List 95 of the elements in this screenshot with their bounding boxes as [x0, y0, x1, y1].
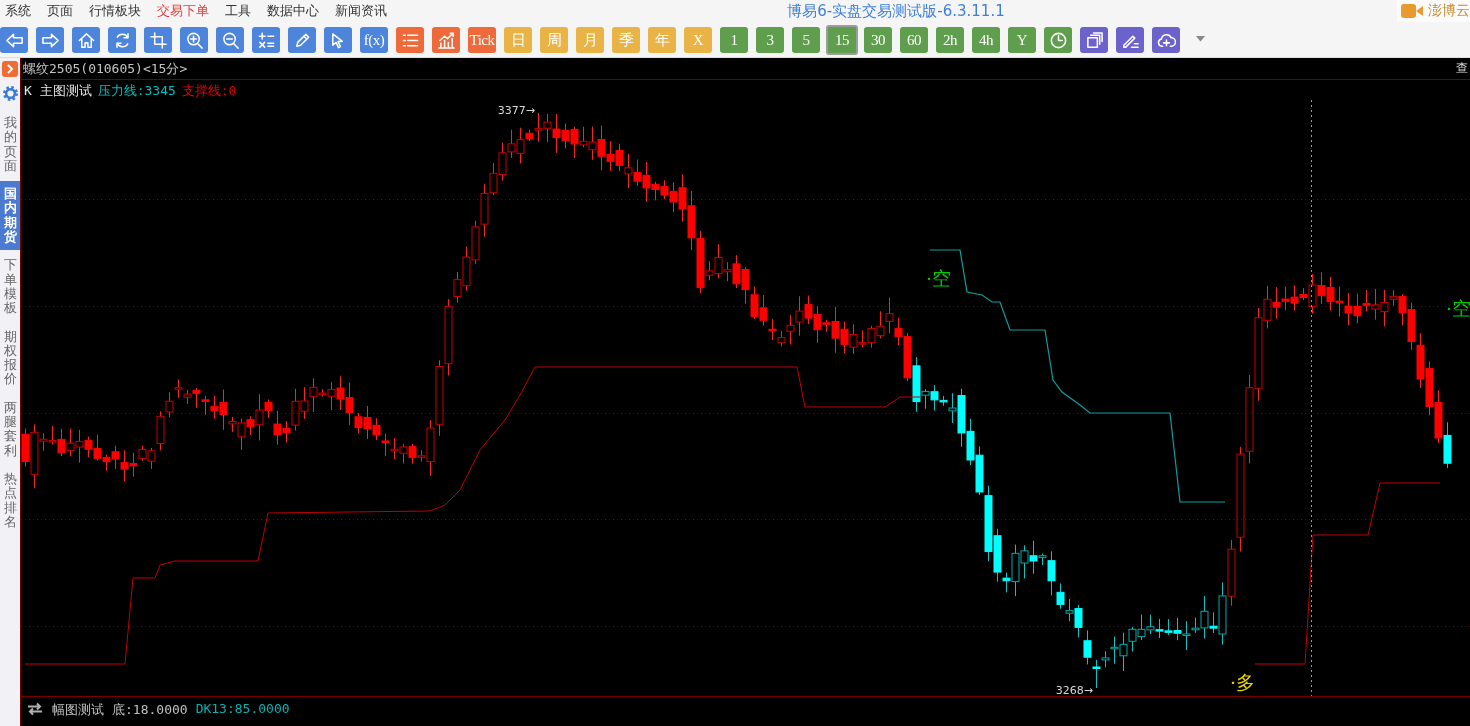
candlestick — [1443, 421, 1452, 469]
expand-button[interactable] — [2, 61, 18, 77]
candlestick — [1155, 618, 1164, 639]
candlestick — [1416, 332, 1425, 389]
bar-chart-icon — [436, 30, 456, 50]
zoom-in-icon — [184, 30, 204, 50]
menu-item[interactable]: 新闻资讯 — [327, 2, 395, 20]
sidebar-tab[interactable]: 下单模板 — [0, 252, 20, 322]
candlestick — [1083, 629, 1092, 665]
indicator-value: 压力线:3345 — [97, 82, 176, 100]
menu-item[interactable]: 页面 — [39, 2, 81, 20]
clock-icon — [1048, 30, 1068, 50]
toolbar-button[interactable]: 3 — [756, 27, 784, 53]
candlestick — [1074, 604, 1083, 638]
price-label: 3268→ — [1055, 684, 1093, 696]
menu-item[interactable]: 数据中心 — [259, 2, 327, 20]
toolbar-button[interactable]: Tick — [468, 27, 496, 53]
candlestick — [1164, 618, 1173, 636]
indicator-name: K 主图测试 — [24, 82, 92, 100]
toolbar-button[interactable]: 60 — [900, 27, 928, 53]
home-icon — [76, 30, 96, 50]
candlestick — [1425, 361, 1434, 416]
menu-item[interactable]: 系统 — [0, 2, 39, 20]
sidebar-tab[interactable]: 我的页面 — [0, 110, 20, 180]
candlestick — [1434, 389, 1443, 444]
candlestick — [1137, 614, 1146, 641]
candlestick — [966, 418, 975, 466]
brand-name: 澎博云 — [1428, 2, 1470, 20]
toolbar-button[interactable] — [396, 27, 424, 53]
toolbar-button[interactable] — [1080, 27, 1108, 53]
price-label: 3377→ — [497, 104, 535, 117]
signal-label: ·空 — [926, 267, 952, 289]
toolbar-dropdown-button[interactable] — [1196, 36, 1205, 42]
toolbar-button[interactable]: 2h — [936, 27, 964, 53]
toolbar-button[interactable] — [1152, 27, 1180, 53]
toolbar-button[interactable]: 月 — [576, 27, 604, 53]
toolbar-button[interactable]: X — [684, 27, 712, 53]
video-camera-icon — [1401, 3, 1423, 19]
candlestick — [1065, 598, 1074, 622]
toolbar-button[interactable]: 季 — [612, 27, 640, 53]
signal-label: ·空 — [1446, 297, 1470, 319]
sidebar-tab[interactable]: 期权报价 — [0, 323, 20, 393]
zoom-out-icon — [220, 30, 240, 50]
toolbar-button[interactable] — [288, 27, 316, 53]
sidebar-tab[interactable]: 热点排名 — [0, 465, 20, 536]
toolbar-button[interactable] — [252, 27, 280, 53]
toolbar-button[interactable] — [432, 27, 460, 53]
candlestick — [1344, 292, 1353, 326]
menu-item[interactable]: 交易下单 — [149, 2, 217, 20]
menu-item[interactable]: 行情板块 — [81, 2, 149, 20]
toolbar-button[interactable] — [180, 27, 208, 53]
window-title: 博易6-实盘交易测试版-6.3.11.1 — [787, 1, 1005, 21]
candlestick — [1146, 614, 1155, 635]
indicator-value: DK13:85.0000 — [195, 701, 290, 716]
caret-icon — [1196, 36, 1205, 42]
candlestick — [1272, 286, 1281, 320]
toolbar-button[interactable] — [72, 27, 100, 53]
crop-icon — [148, 30, 168, 50]
toolbar-button[interactable]: 30 — [864, 27, 892, 53]
toolbar-button[interactable]: 周 — [540, 27, 568, 53]
candlestick — [1281, 286, 1290, 311]
header-corner-text: 查 — [1456, 60, 1468, 77]
toolbar-button[interactable]: 4h — [972, 27, 1000, 53]
indicator-value: 支撑线:0 — [181, 82, 237, 100]
candlestick — [1173, 617, 1182, 641]
toolbar-button[interactable] — [108, 27, 136, 53]
sidebar-tab[interactable]: 国内期货 — [0, 181, 20, 251]
toolbar-button[interactable] — [36, 27, 64, 53]
toolbar-button[interactable] — [0, 27, 28, 53]
sidebar-tab[interactable]: 两腿套利 — [0, 394, 20, 464]
toolbar-button[interactable] — [324, 27, 352, 53]
toolbar-button[interactable] — [1116, 27, 1144, 53]
settings-icon[interactable] — [1, 85, 19, 102]
signal-label: ·多 — [1230, 671, 1256, 693]
candlestick — [1335, 286, 1344, 317]
candlestick — [1326, 276, 1335, 312]
toolbar-button[interactable] — [144, 27, 172, 53]
toolbar-button[interactable]: 年 — [648, 27, 676, 53]
toolbar-button[interactable] — [216, 27, 244, 53]
chart-title: 螺纹2505(010605)<15分> — [23, 59, 188, 78]
toolbar-button[interactable]: 5 — [792, 27, 820, 53]
candlestick — [1317, 271, 1326, 305]
indicator-value: 底:18.0000 — [112, 701, 188, 719]
toolbar-button[interactable]: 15 — [826, 25, 858, 55]
indicator-name: 幅图测试 — [52, 701, 104, 719]
stacked-windows-icon — [1084, 30, 1104, 50]
toolbar-button[interactable]: f(x) — [360, 27, 388, 53]
calculator-icon — [256, 30, 276, 50]
toolbar-button[interactable]: 1 — [720, 27, 748, 53]
toolbar-button[interactable] — [1044, 27, 1072, 53]
swap-icon[interactable] — [27, 702, 43, 716]
toolbar-button[interactable]: Y — [1008, 27, 1036, 53]
candlestick — [1353, 293, 1362, 324]
menu-item[interactable]: 工具 — [217, 2, 259, 20]
toolbar-button[interactable]: 日 — [504, 27, 532, 53]
